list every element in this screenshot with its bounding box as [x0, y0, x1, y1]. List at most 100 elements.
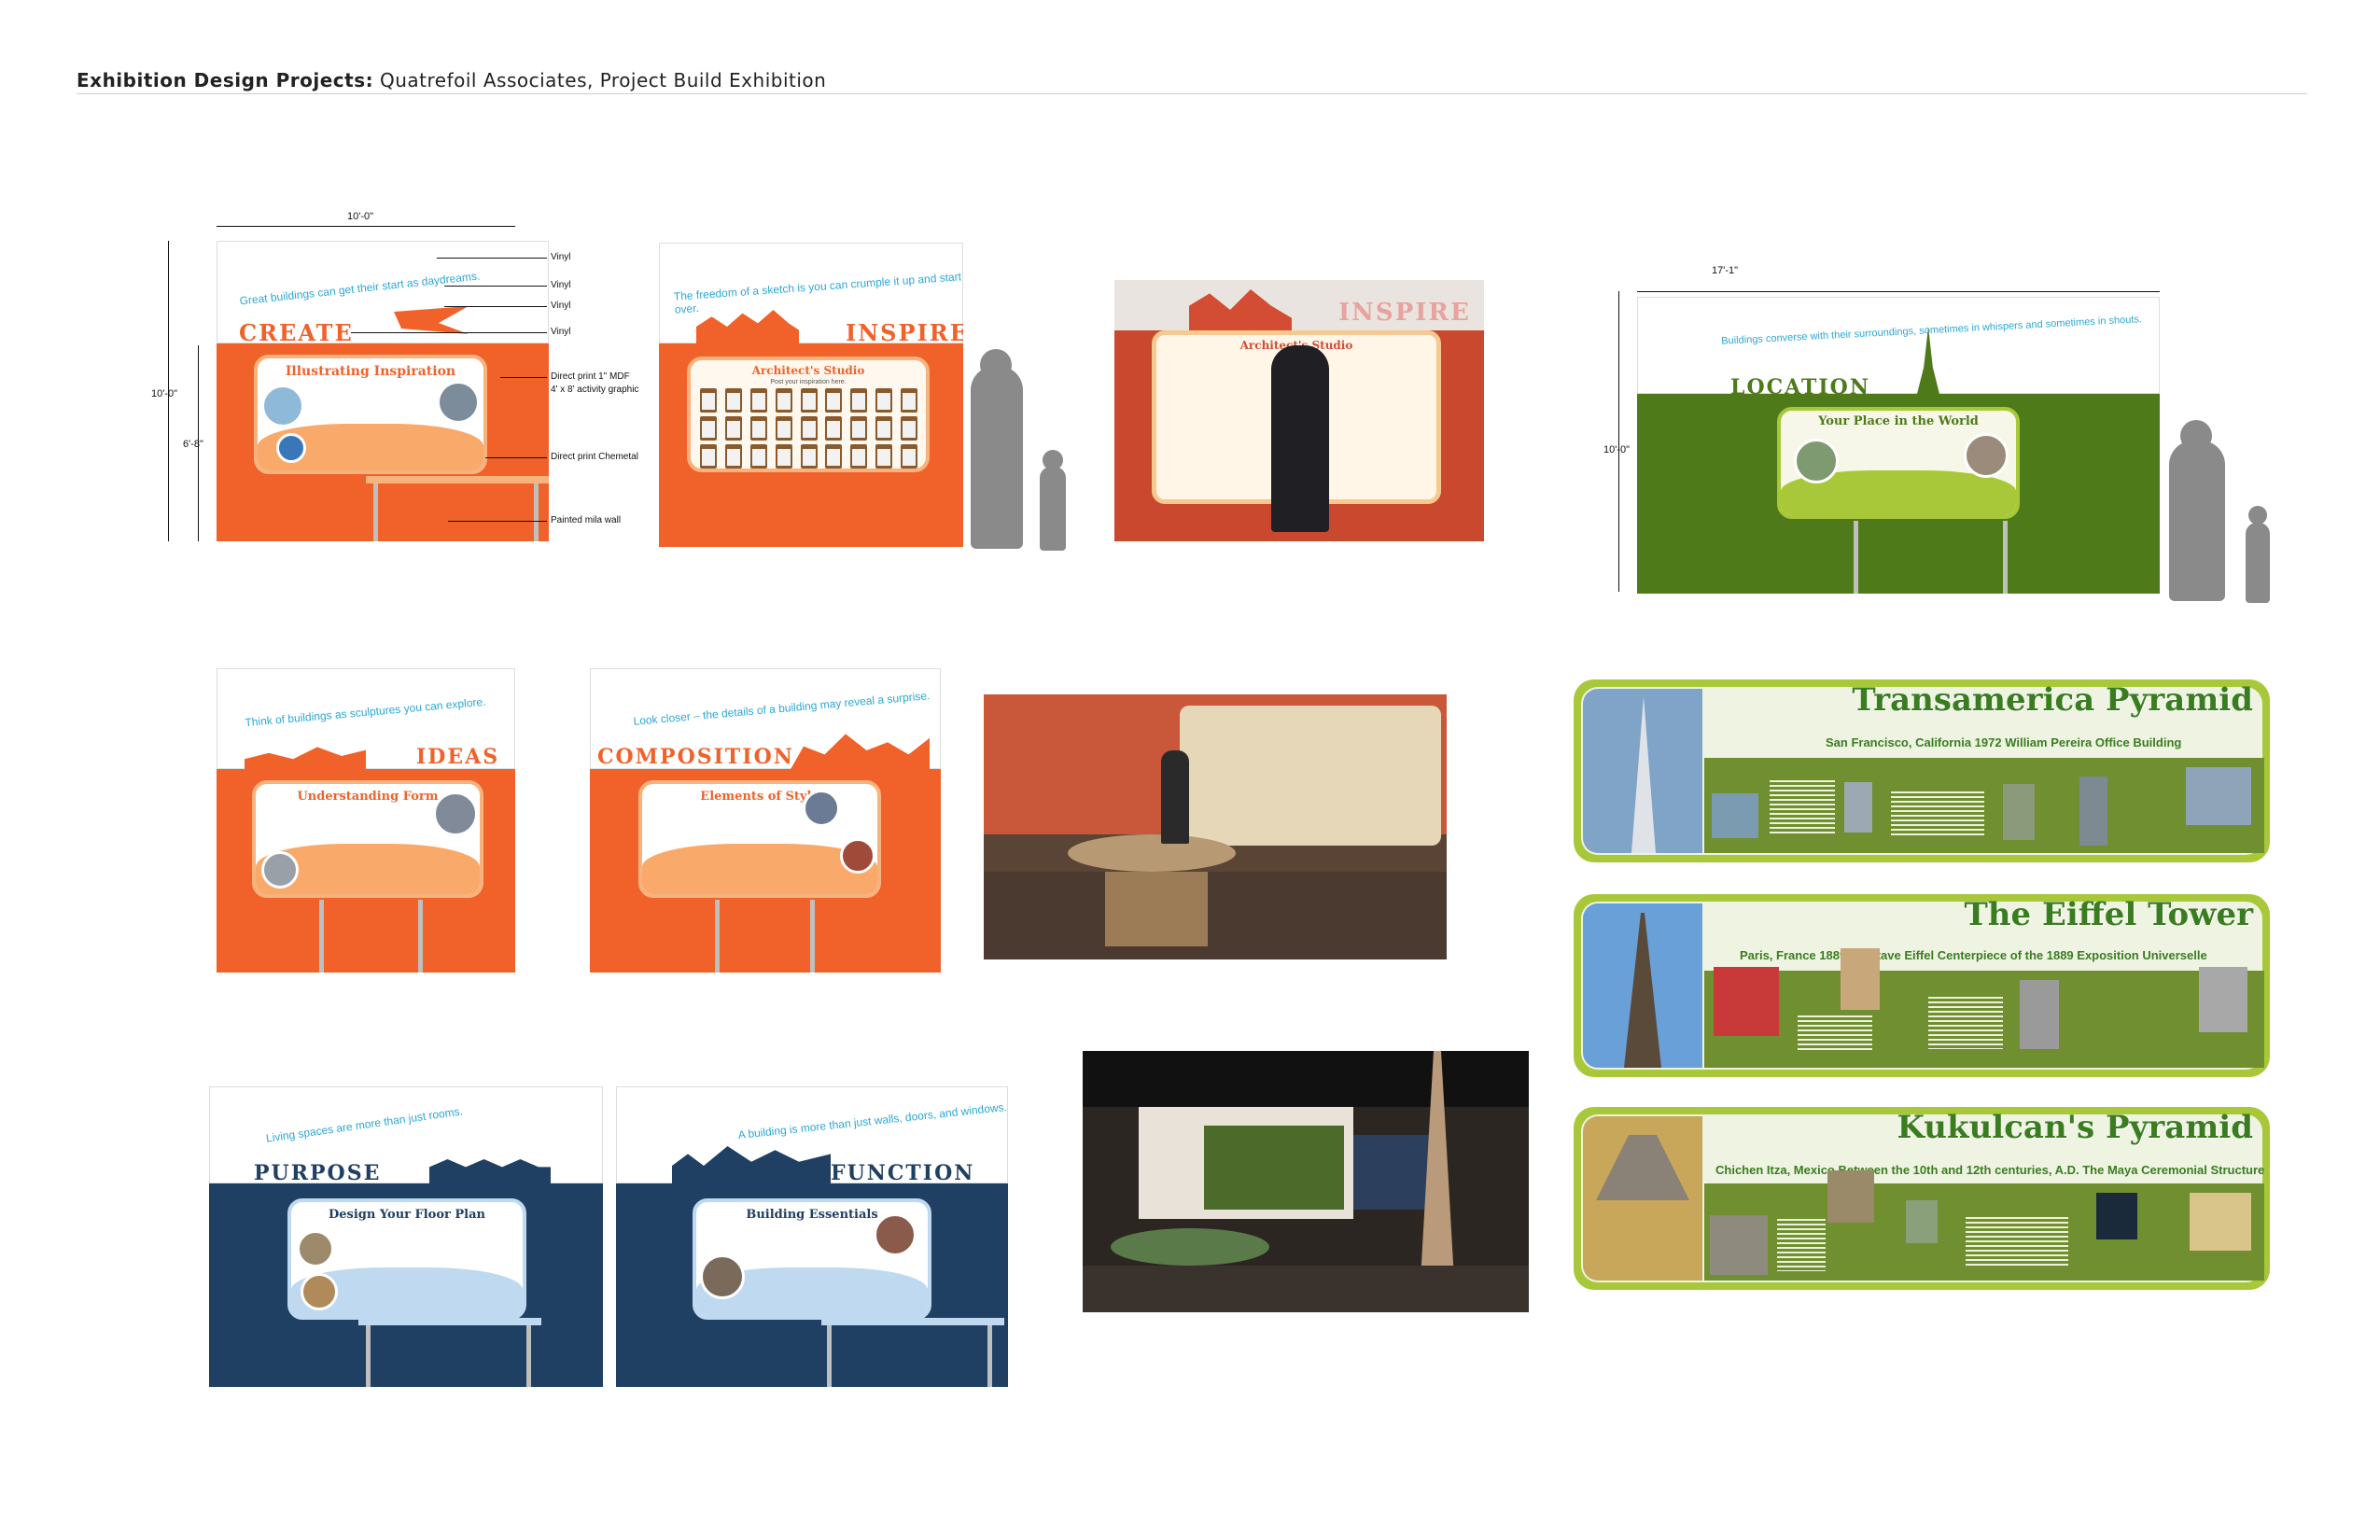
location-height-dim: 10'-0" [1603, 444, 1631, 455]
location-board-title: Your Place in the World [1818, 414, 1979, 428]
purpose-table-leg [526, 1325, 531, 1387]
clipboard[interactable] [901, 444, 918, 469]
purpose-board: Design Your Floor Plan [287, 1198, 526, 1320]
clipboard[interactable] [875, 444, 893, 469]
clipboard[interactable] [724, 388, 742, 413]
eiffel-tower [1624, 913, 1661, 1068]
banner-thumb [1906, 1200, 1938, 1243]
banner-thumb [2096, 1193, 2137, 1239]
clipboard[interactable] [775, 416, 792, 441]
function-panel: A building is more than just walls, door… [616, 1086, 1008, 1387]
clipboard[interactable] [850, 388, 868, 413]
header-rest: Quatrefoil Associates, Project Build Exh… [373, 69, 827, 91]
banner-text-block [1777, 1219, 1826, 1271]
clipboard[interactable] [901, 416, 918, 441]
composition-board-title: Elements of Style [700, 790, 819, 804]
location-width-dim: 17'-1" [1712, 265, 1739, 276]
clipboard[interactable] [800, 416, 818, 441]
banner-thumb [2199, 967, 2247, 1032]
clipboard[interactable] [775, 444, 792, 469]
location-panel: Buildings converse with their surroundin… [1637, 297, 2160, 594]
note-vinyl: Vinyl [551, 301, 571, 311]
gallery-photo-floor [984, 872, 1447, 959]
create-table-leg [534, 483, 539, 541]
ideas-board-leg [319, 900, 324, 973]
inspire-board-title: Architect's Studio [751, 364, 865, 377]
note-leader [485, 457, 547, 458]
clipboard[interactable] [825, 416, 843, 441]
create-table-leg [373, 483, 378, 541]
ideas-board-leg [418, 900, 423, 973]
clipboard[interactable] [775, 388, 792, 413]
location-wall-top [1637, 297, 2160, 394]
function-table-leg [987, 1325, 992, 1387]
gallery-photo-table-base [1105, 872, 1208, 946]
note-activity: 4' x 8' activity graphic [551, 385, 639, 395]
inspire-panel: The freedom of a sketch is you can crump… [659, 243, 963, 547]
gallery-photo-green-wall [1204, 1126, 1344, 1210]
clipboard[interactable] [825, 444, 843, 469]
banner-subtitle: San Francisco, California 1972 William P… [1826, 735, 2182, 749]
child-head-silhouette [2248, 506, 2267, 525]
clipboard[interactable] [875, 388, 893, 413]
banner-text-block [1966, 1217, 2068, 1266]
clipboard[interactable] [749, 388, 767, 413]
purpose-label: PURPOSE [254, 1161, 382, 1185]
note-leader [437, 258, 547, 259]
clipboard[interactable] [700, 416, 717, 441]
create-board: Illustrating Inspiration [254, 355, 487, 474]
header-rule [77, 93, 2307, 94]
create-height-dim: 10'-0" [151, 388, 178, 399]
banner-thumb [2003, 784, 2035, 840]
composition-board: Elements of Style [638, 780, 881, 898]
clipboard[interactable] [901, 388, 918, 413]
clipboard[interactable] [850, 444, 868, 469]
composition-photo-circle [803, 790, 840, 827]
adult-head-silhouette [2180, 420, 2212, 452]
inspire-label: INSPIRE [846, 319, 963, 346]
clipboard[interactable] [800, 444, 818, 469]
location-photo-circle [1964, 433, 2009, 478]
banner-text-block [1798, 1015, 1872, 1053]
banner-thumb [2186, 767, 2251, 825]
gallery-photo-person [1161, 750, 1189, 844]
create-photo-circle [276, 433, 306, 463]
note-vinyl: Vinyl [551, 280, 571, 290]
page-header: Exhibition Design Projects: Quatrefoil A… [77, 69, 826, 91]
clipboard[interactable] [700, 388, 717, 413]
banner-thumb [2020, 980, 2059, 1049]
gallery-photo-board [1180, 706, 1441, 846]
child-head-silhouette [1043, 450, 1063, 470]
clipboard[interactable] [724, 444, 742, 469]
gallery-photo-table [1111, 1228, 1269, 1266]
note-vinyl: Vinyl [551, 252, 571, 262]
note-mila-wall: Painted mila wall [551, 515, 622, 525]
clipboard[interactable] [875, 416, 893, 441]
banner-thumb [1714, 967, 1779, 1036]
purpose-table [358, 1318, 541, 1325]
banner-subtitle: Paris, France 1889, Gustave Eiffel Cente… [1740, 948, 2207, 962]
create-photo-circle [437, 381, 480, 424]
gallery-photo-orange [984, 694, 1447, 959]
clipboard[interactable] [825, 388, 843, 413]
purpose-table-leg [366, 1325, 371, 1387]
clipboard[interactable] [700, 444, 717, 469]
clipboard[interactable] [800, 388, 818, 413]
banner-eiffel: The Eiffel Tower Paris, France 1889, Gus… [1574, 894, 2270, 1077]
ideas-photo-circle [261, 851, 299, 889]
note-mdf: Direct print 1" MDF [551, 371, 630, 382]
banner-transamerica: Transamerica Pyramid San Francisco, Cali… [1574, 679, 2270, 862]
create-photo-circle [261, 385, 304, 427]
location-width-line [1637, 291, 2160, 292]
inspire-photo: INSPIRE Architect's Studio [1114, 280, 1484, 541]
banner-thumb [1827, 1170, 1874, 1223]
composition-panel: Look closer – the details of a building … [590, 668, 941, 973]
clipboard[interactable] [749, 416, 767, 441]
note-leader [500, 377, 547, 378]
clipboard[interactable] [749, 444, 767, 469]
clipboard[interactable] [850, 416, 868, 441]
function-table-leg [827, 1325, 832, 1387]
clipboard[interactable] [724, 416, 742, 441]
gallery-photo-ceiling [1083, 1051, 1529, 1107]
ideas-photo-circle [433, 791, 478, 836]
